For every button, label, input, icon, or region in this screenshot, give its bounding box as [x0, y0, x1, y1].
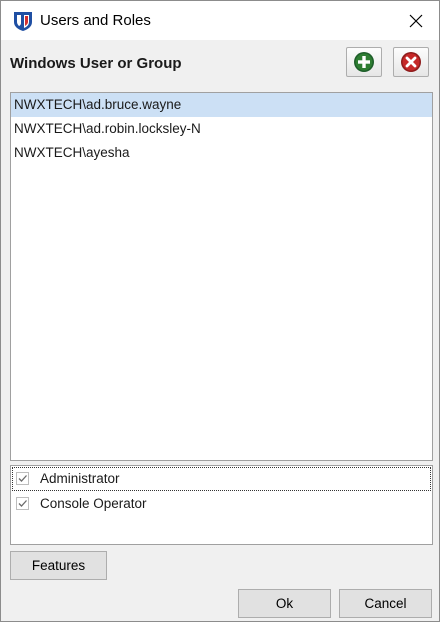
- role-item-console-operator[interactable]: Console Operator: [12, 492, 431, 516]
- plus-circle-icon: [354, 52, 374, 72]
- user-list[interactable]: NWXTECH\ad.bruce.wayne NWXTECH\ad.robin.…: [10, 92, 433, 461]
- checkmark-icon: [18, 500, 27, 507]
- panel-title: Windows User or Group: [10, 55, 182, 72]
- ok-button[interactable]: Ok: [238, 589, 331, 618]
- list-item-user[interactable]: NWXTECH\ad.bruce.wayne: [11, 93, 432, 117]
- close-button[interactable]: [393, 1, 439, 40]
- title-bar: Users and Roles: [1, 1, 439, 40]
- shield-logo-icon: [13, 10, 33, 32]
- close-icon: [409, 14, 423, 27]
- add-user-button[interactable]: [346, 47, 382, 77]
- cancel-button[interactable]: Cancel: [339, 589, 432, 618]
- console-operator-checkbox[interactable]: [16, 497, 29, 510]
- features-button[interactable]: Features: [10, 551, 107, 580]
- remove-user-button[interactable]: [393, 47, 429, 77]
- role-label: Console Operator: [40, 496, 147, 511]
- roles-list: Administrator Console Operator: [10, 465, 433, 545]
- administrator-checkbox[interactable]: [16, 472, 29, 485]
- role-label: Administrator: [40, 471, 120, 486]
- list-item-user[interactable]: NWXTECH\ayesha: [11, 141, 432, 165]
- list-item-user[interactable]: NWXTECH\ad.robin.locksley-N: [11, 117, 432, 141]
- checkmark-icon: [18, 475, 27, 482]
- users-and-roles-dialog: Users and Roles Windows User or Group NW…: [0, 0, 440, 622]
- window-title: Users and Roles: [40, 12, 151, 29]
- x-circle-icon: [401, 52, 421, 72]
- role-item-administrator[interactable]: Administrator: [12, 467, 431, 491]
- user-group-header: Windows User or Group: [5, 42, 435, 84]
